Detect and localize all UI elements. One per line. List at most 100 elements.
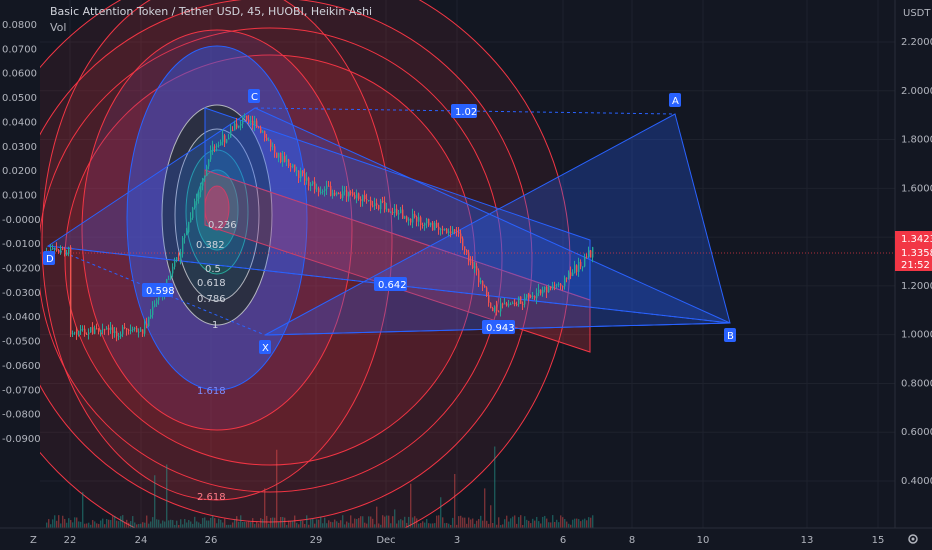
right-axis-tick: 0.8000 — [901, 378, 932, 389]
volume-indicator-label[interactable]: Vol — [50, 21, 66, 34]
candle-body — [228, 137, 230, 140]
candle-body — [400, 209, 402, 214]
ratio-label-3[interactable]: 0.642 — [374, 277, 407, 291]
left-axis-tick: 0.0800 — [2, 20, 37, 31]
candle-body — [152, 306, 154, 315]
volume-bar — [168, 520, 170, 528]
candle-body — [72, 333, 74, 335]
volume-bar — [268, 523, 270, 528]
right-axis-tick: 1.2000 — [901, 281, 932, 292]
candle-body — [546, 286, 548, 293]
volume-bar — [526, 519, 528, 528]
candle-body — [146, 323, 148, 326]
candle-body — [96, 328, 98, 330]
volume-bar — [120, 516, 122, 528]
candle-body — [144, 323, 146, 334]
candle-body — [156, 300, 158, 304]
candle-body — [406, 216, 408, 221]
candle-body — [306, 177, 308, 181]
ratio-label-4[interactable]: 0.943 — [482, 320, 515, 334]
volume-bar — [356, 518, 358, 528]
volume-bar — [86, 523, 88, 528]
candle-body — [528, 294, 530, 296]
candle-body — [88, 332, 90, 335]
candle-body — [122, 327, 124, 335]
volume-bar — [586, 520, 588, 528]
volume-bar — [502, 524, 504, 528]
candle-body — [326, 185, 328, 190]
ratio-label-2[interactable]: 0.598 — [142, 283, 175, 297]
candle-body — [548, 286, 550, 293]
volume-bar — [152, 517, 154, 528]
volume-bar — [584, 518, 586, 528]
volume-bar — [460, 515, 462, 528]
volume-bar — [62, 515, 64, 528]
volume-bar — [190, 521, 192, 528]
candle-body — [530, 295, 532, 297]
candle-body — [434, 222, 436, 231]
candle-body — [490, 302, 492, 308]
volume-bar — [184, 519, 186, 528]
candle-body — [384, 201, 386, 210]
volume-bar — [164, 521, 166, 528]
candle-body — [568, 272, 570, 279]
volume-bar — [240, 515, 242, 528]
volume-bar — [390, 523, 392, 528]
candle-body — [230, 129, 232, 138]
x-axis-tick: 22 — [64, 535, 77, 546]
volume-bar — [180, 519, 182, 528]
candle-body — [430, 222, 432, 226]
candle-body — [274, 146, 276, 153]
volume-bar — [544, 515, 546, 528]
volume-bar — [454, 474, 456, 528]
candle-body — [402, 209, 404, 219]
volume-bar — [122, 515, 124, 528]
candle-body — [86, 333, 88, 335]
volume-bar — [350, 515, 352, 528]
volume-bar — [422, 521, 424, 528]
candle-body — [542, 289, 544, 294]
volume-bar — [78, 521, 80, 528]
volume-bar — [574, 518, 576, 528]
volume-bar — [222, 522, 224, 528]
symbol-title[interactable]: Basic Attention Token / Tether USD, 45, … — [50, 5, 372, 18]
candle-body — [332, 192, 334, 196]
point-label-b[interactable]: B — [724, 328, 736, 342]
volume-bar — [564, 519, 566, 528]
volume-bar — [212, 515, 214, 528]
time-axis[interactable]: Z 22 24 26 29 Dec 3 6 8 10 13 15 — [0, 527, 932, 550]
candle-body — [80, 329, 82, 331]
chart-canvas[interactable]: 0.236 0.382 0.5 0.618 0.786 1 1.618 2.61… — [0, 0, 932, 550]
point-label-d[interactable]: D — [43, 251, 55, 265]
volume-bar — [436, 515, 438, 528]
candle-body — [408, 218, 410, 221]
candle-body — [292, 164, 294, 168]
volume-bar — [144, 522, 146, 528]
fib-label-0236: 0.236 — [208, 220, 237, 231]
candle-body — [524, 297, 526, 305]
volume-bar — [576, 518, 578, 528]
volume-bar — [512, 516, 514, 528]
point-label-a[interactable]: A — [669, 93, 681, 107]
candle-body — [362, 195, 364, 202]
right-price-axis[interactable]: USDT 2.20002.00001.80001.60001.40001.200… — [894, 0, 932, 528]
candle-body — [64, 249, 66, 256]
point-label-c[interactable]: C — [248, 89, 260, 103]
candle-body — [410, 218, 412, 223]
volume-bar — [524, 516, 526, 528]
ratio-label-1[interactable]: 1.02 — [451, 104, 477, 118]
candle-body — [170, 273, 172, 279]
volume-bar — [96, 523, 98, 528]
volume-bar — [200, 523, 202, 528]
candle-body — [442, 229, 444, 231]
candle-body — [92, 327, 94, 334]
volume-bar — [70, 520, 72, 528]
volume-bar — [52, 519, 54, 528]
volume-bar — [340, 520, 342, 528]
candle-body — [260, 127, 262, 133]
fib-label-0618: 0.618 — [197, 278, 226, 289]
point-label-x[interactable]: X — [259, 340, 271, 354]
candle-body — [592, 247, 594, 258]
left-price-axis[interactable]: 0.0800 0.0700 0.0600 0.0500 0.0400 0.0300 0.02… — [2, 20, 41, 445]
candle-body — [238, 125, 240, 128]
